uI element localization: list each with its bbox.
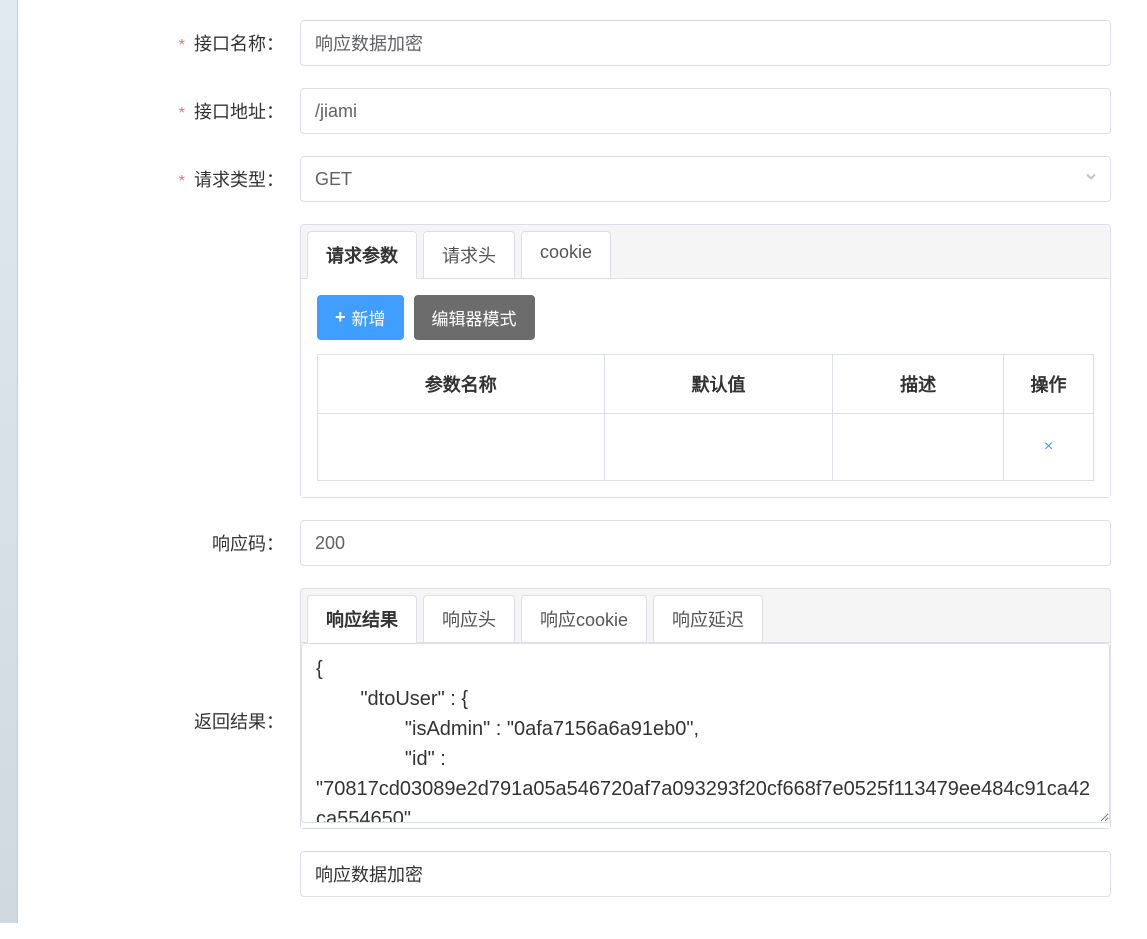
cell-actions: × (1004, 414, 1094, 481)
add-param-button[interactable]: + 新增 (317, 295, 404, 340)
response-tab-body (301, 642, 1110, 828)
close-icon[interactable]: × (1044, 438, 1053, 455)
th-actions: 操作 (1004, 355, 1094, 414)
left-sidebar-edge (0, 0, 18, 923)
label-interface-name: * 接口名称： (20, 20, 300, 56)
request-tabs: 请求参数 请求头 cookie (301, 225, 1110, 279)
required-star-icon: * (179, 173, 185, 190)
row-response-code: 响应码： (20, 520, 1127, 566)
label-empty-params (20, 224, 300, 234)
row-bottom-field (20, 851, 1127, 897)
row-request-panel: 请求参数 请求头 cookie + 新增 编辑器模式 (20, 224, 1127, 498)
label-response-code-text: 响应码： (212, 534, 284, 554)
th-param-name: 参数名称 (318, 355, 605, 414)
label-interface-url-text: 接口地址： (194, 102, 284, 122)
row-return-result: 返回结果： 响应结果 响应头 响应cookie 响应延迟 (20, 588, 1127, 829)
label-request-type-text: 请求类型： (194, 170, 284, 190)
label-bottom-empty (20, 851, 300, 861)
th-default-value: 默认值 (604, 355, 833, 414)
tab-request-params[interactable]: 请求参数 (307, 231, 417, 279)
row-interface-url: * 接口地址： (20, 88, 1127, 134)
table-row: × (318, 414, 1094, 481)
response-body-textarea[interactable] (301, 643, 1110, 823)
plus-icon: + (335, 307, 346, 328)
label-interface-url: * 接口地址： (20, 88, 300, 124)
label-return-result: 返回结果： (20, 588, 300, 734)
response-code-input[interactable] (300, 520, 1111, 566)
required-star-icon: * (179, 37, 185, 54)
label-interface-name-text: 接口名称： (194, 34, 284, 54)
cell-param-name[interactable] (318, 414, 605, 481)
cell-description[interactable] (833, 414, 1004, 481)
bottom-input[interactable] (300, 851, 1111, 897)
request-type-select[interactable] (300, 156, 1111, 202)
params-table: 参数名称 默认值 描述 操作 (317, 354, 1094, 481)
required-star-icon: * (179, 105, 185, 122)
interface-url-input[interactable] (300, 88, 1111, 134)
interface-name-input[interactable] (300, 20, 1111, 66)
cell-default-value[interactable] (604, 414, 833, 481)
api-form: * 接口名称： * 接口地址： * 请求类型： (0, 20, 1147, 897)
response-panel: 响应结果 响应头 响应cookie 响应延迟 (300, 588, 1111, 829)
params-toolbar: + 新增 编辑器模式 (317, 295, 1094, 340)
label-request-type: * 请求类型： (20, 156, 300, 192)
tab-response-delay[interactable]: 响应延迟 (653, 595, 763, 643)
row-request-type: * 请求类型： (20, 156, 1127, 202)
request-panel: 请求参数 请求头 cookie + 新增 编辑器模式 (300, 224, 1111, 498)
response-tabs: 响应结果 响应头 响应cookie 响应延迟 (301, 589, 1110, 643)
add-button-label: 新增 (352, 305, 386, 330)
tab-response-headers[interactable]: 响应头 (423, 595, 515, 643)
request-tab-body: + 新增 编辑器模式 参数名称 默认值 描述 (301, 278, 1110, 497)
label-return-result-text: 返回结果： (194, 712, 284, 732)
editor-mode-button[interactable]: 编辑器模式 (414, 295, 535, 340)
th-description: 描述 (833, 355, 1004, 414)
tab-response-result[interactable]: 响应结果 (307, 595, 417, 643)
tab-request-headers[interactable]: 请求头 (423, 231, 515, 279)
tab-response-cookie[interactable]: 响应cookie (521, 595, 647, 643)
label-response-code: 响应码： (20, 520, 300, 556)
editor-mode-label: 编辑器模式 (432, 305, 517, 330)
tab-request-cookie[interactable]: cookie (521, 231, 611, 279)
row-interface-name: * 接口名称： (20, 20, 1127, 66)
